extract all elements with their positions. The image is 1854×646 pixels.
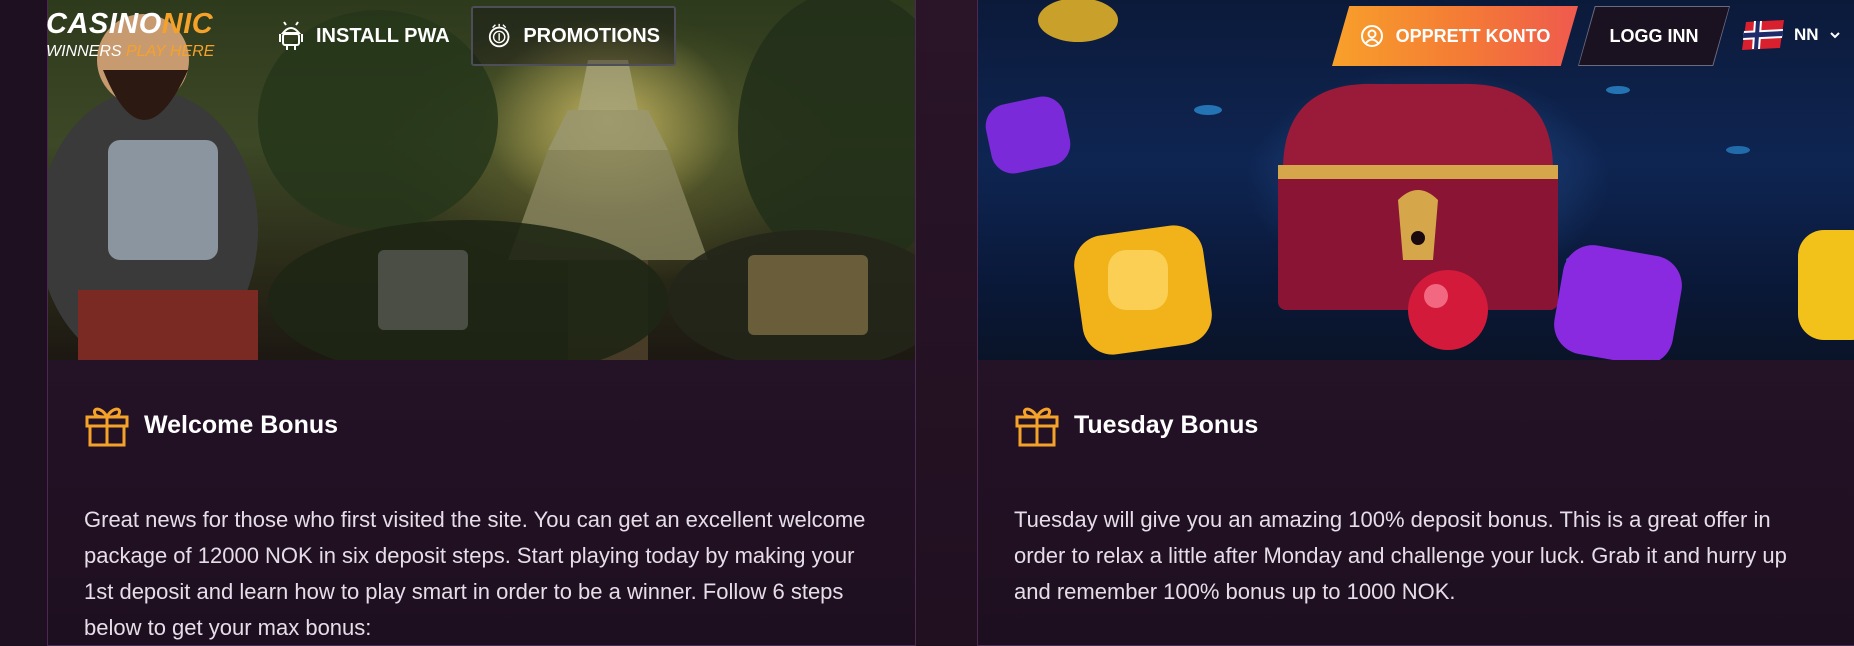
promotion-card-welcome: Welcome Bonus Great news for those who f… (47, 0, 916, 646)
register-label: OPPRETT KONTO (1395, 25, 1551, 46)
login-button[interactable]: LOGG INN (1578, 6, 1730, 66)
promotion-card-tuesday: Tuesday Bonus Tuesday will give you an a… (977, 0, 1854, 646)
tuesday-bonus-header: Tuesday Bonus (1014, 400, 1824, 450)
tuesday-bonus-description: Tuesday will give you an amazing 100% de… (1014, 507, 1787, 604)
promotions-button[interactable]: PROMOTIONS (471, 6, 676, 66)
install-pwa-button[interactable]: INSTALL PWA (264, 6, 464, 66)
language-selector[interactable]: NN (1742, 20, 1841, 50)
logo-wordmark: CASINONIC (46, 8, 214, 40)
gift-icon (85, 407, 129, 447)
site-header: CASINONIC WINNERS PLAY HERE INSTALL PWA … (0, 0, 1854, 72)
coins-icon (488, 23, 510, 48)
install-pwa-label: INSTALL PWA (316, 24, 450, 47)
register-button[interactable]: OPPRETT KONTO (1332, 6, 1578, 66)
promotions-label: PROMOTIONS (523, 24, 660, 47)
welcome-bonus-content: Welcome Bonus Great news for those who f… (84, 400, 885, 646)
login-label: LOGG INN (1579, 7, 1729, 65)
user-icon (1360, 25, 1383, 47)
logo-tagline: WINNERS PLAY HERE (46, 43, 215, 60)
casinonic-logo[interactable]: CASINONIC WINNERS PLAY HERE (46, 8, 214, 62)
norway-flag-icon (1742, 20, 1784, 50)
gift-icon (1015, 407, 1059, 447)
welcome-bonus-description: Great news for those who first visited t… (84, 507, 866, 640)
chevron-down-icon (1829, 32, 1840, 39)
tuesday-bonus-content: Tuesday Bonus Tuesday will give you an a… (1014, 400, 1824, 610)
welcome-bonus-title: Welcome Bonus (144, 410, 339, 439)
tuesday-bonus-title: Tuesday Bonus (1074, 410, 1259, 439)
page-background (915, 0, 977, 646)
android-icon (279, 21, 303, 50)
welcome-bonus-header: Welcome Bonus (84, 400, 885, 450)
language-code: NN (1794, 25, 1819, 44)
